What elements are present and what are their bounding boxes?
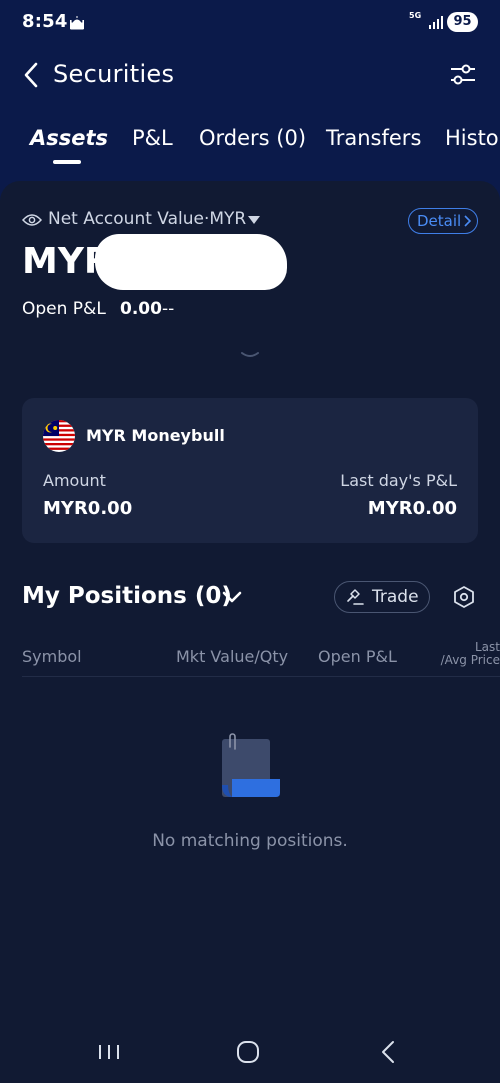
back-nav-icon[interactable] <box>380 1040 396 1064</box>
back-button[interactable] <box>14 58 48 92</box>
last-day-pl-label: Last day's P&L <box>340 471 457 490</box>
tab-history[interactable]: Histor <box>445 126 500 150</box>
positions-title[interactable]: My Positions (0) <box>22 583 232 609</box>
tab-transfers[interactable]: Transfers <box>326 126 421 150</box>
sliders-icon <box>451 64 475 85</box>
chevron-right-icon <box>464 215 471 227</box>
network-type: 5G <box>409 11 422 20</box>
open-pl-label: Open P&L <box>22 299 106 319</box>
tab-pl[interactable]: P&L <box>132 126 173 150</box>
active-tab-indicator <box>53 160 81 164</box>
last-day-pl-value: MYR0.00 <box>367 498 457 519</box>
empty-document-icon <box>222 733 280 797</box>
column-mkt-value[interactable]: Mkt Value/Qty <box>176 647 288 666</box>
page-title: Securities <box>53 60 175 88</box>
open-pl-change: -- <box>162 299 175 319</box>
amount-label: Amount <box>43 471 106 490</box>
tab-bar: Assets P&L Orders (0) Transfers Histor <box>0 118 500 178</box>
expand-chevron-icon[interactable] <box>240 351 260 359</box>
caret-down-icon[interactable] <box>248 216 260 224</box>
status-bar: 8:54 5G 95 <box>0 0 500 48</box>
recent-apps-icon[interactable] <box>97 1043 121 1061</box>
chevron-down-icon[interactable] <box>222 591 242 603</box>
column-open-pl[interactable]: Open P&L <box>318 647 397 666</box>
eye-icon[interactable] <box>22 213 42 227</box>
gavel-icon <box>347 589 364 605</box>
open-pl-value: 0.00 <box>120 299 162 319</box>
column-symbol[interactable]: Symbol <box>22 647 82 666</box>
malaysia-flag-icon <box>43 420 75 452</box>
column-last-avg-price[interactable]: Last /Avg Price <box>436 641 500 667</box>
empty-state-text: No matching positions. <box>152 831 348 851</box>
chevron-left-icon <box>24 62 38 88</box>
filter-button[interactable] <box>446 60 480 90</box>
column-last-line2: /Avg Price <box>440 653 500 667</box>
divider <box>22 676 500 677</box>
settings-icon[interactable] <box>452 585 476 609</box>
system-nav-bar <box>0 1020 500 1083</box>
tab-assets[interactable]: Assets <box>30 126 108 150</box>
battery-indicator: 95 <box>447 12 478 32</box>
net-account-value-label[interactable]: Net Account Value·MYR <box>48 209 246 229</box>
main-content: Net Account Value·MYR Detail MYR Open P&… <box>0 181 500 1083</box>
signal-icon <box>429 16 443 29</box>
detail-button[interactable]: Detail <box>408 208 478 234</box>
detail-label: Detail <box>417 212 462 230</box>
redaction-mark <box>95 234 287 290</box>
trade-button[interactable]: Trade <box>334 581 430 613</box>
moneybull-card[interactable]: MYR Moneybull Amount MYR0.00 Last day's … <box>22 398 478 543</box>
mosque-icon <box>70 16 84 30</box>
tab-orders[interactable]: Orders (0) <box>199 126 306 150</box>
moneybull-title: MYR Moneybull <box>86 426 225 445</box>
app-bar: Securities <box>0 48 500 104</box>
amount-value: MYR0.00 <box>43 498 133 519</box>
trade-label: Trade <box>372 587 419 607</box>
status-time: 8:54 <box>22 11 68 32</box>
home-icon[interactable] <box>236 1040 260 1064</box>
